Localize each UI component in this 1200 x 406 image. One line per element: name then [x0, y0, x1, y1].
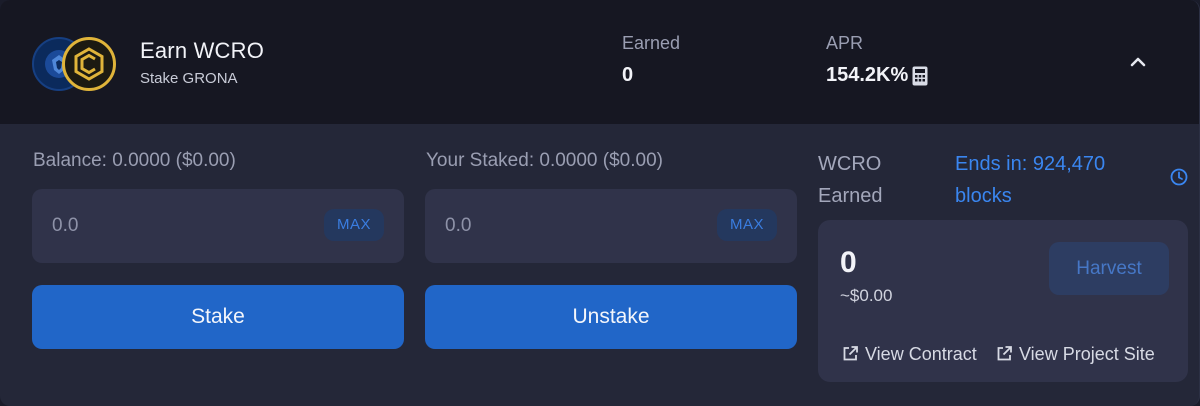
unstake-max-button[interactable]: MAX — [717, 209, 777, 241]
unstake-amount-input[interactable] — [445, 211, 685, 241]
pool-card: Earn WCRO Stake GRONA Earned 0 APR 154.2… — [0, 0, 1200, 406]
ends-in-blocks-link[interactable]: Ends in: 924,470 blocks — [955, 148, 1155, 212]
earned-value: 0 — [622, 64, 634, 86]
view-project-site-link[interactable]: View Project Site — [996, 344, 1155, 365]
harvest-button[interactable]: Harvest — [1049, 242, 1169, 295]
harvest-panel: 0 ~$0.00 Harvest View Contract View Proj… — [818, 220, 1188, 382]
view-contract-link[interactable]: View Contract — [842, 344, 977, 365]
unstake-button[interactable]: Unstake — [425, 285, 797, 349]
view-project-site-label: View Project Site — [1019, 344, 1155, 364]
external-link-icon — [843, 346, 858, 361]
earned-label: Earned — [622, 33, 681, 53]
unstake-input-box: MAX — [425, 189, 797, 263]
reward-amount: 0 — [840, 246, 857, 279]
calculator-icon[interactable] — [912, 66, 928, 91]
wcro-logo — [62, 37, 116, 91]
apr-value: 154.2K% — [826, 64, 909, 86]
reward-token-earned-label: WCRO Earned — [818, 153, 883, 207]
pool-title: Earn WCRO — [140, 38, 265, 63]
pool-subtitle: Stake GRONA — [140, 70, 238, 87]
clock-icon — [1170, 168, 1188, 191]
chevron-up-icon[interactable] — [1124, 48, 1152, 76]
pool-card-header[interactable]: Earn WCRO Stake GRONA Earned 0 APR 154.2… — [0, 0, 1199, 124]
staked-label: Your Staked: 0.0000 ($0.00) — [426, 150, 663, 171]
stake-button[interactable]: Stake — [32, 285, 404, 349]
stake-input-box: MAX — [32, 189, 404, 263]
apr-label: APR — [826, 33, 864, 53]
reward-amount-usd: ~$0.00 — [840, 286, 893, 305]
external-link-icon — [997, 346, 1012, 361]
stake-max-button[interactable]: MAX — [324, 209, 384, 241]
stake-amount-input[interactable] — [52, 211, 292, 241]
balance-label: Balance: 0.0000 ($0.00) — [33, 150, 236, 171]
view-contract-label: View Contract — [865, 344, 977, 364]
